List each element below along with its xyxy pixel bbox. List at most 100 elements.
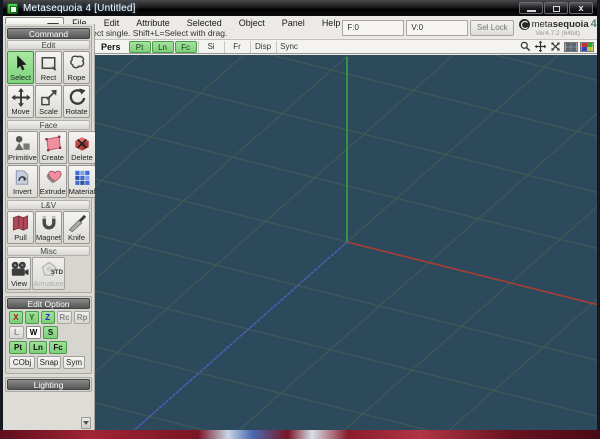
chevron-down-icon bbox=[83, 421, 89, 425]
tool-extrude-button[interactable]: Extrude bbox=[38, 165, 67, 198]
maximize-button[interactable] bbox=[544, 2, 568, 14]
section-lv-header: L&V bbox=[7, 200, 90, 210]
tool-select-button[interactable]: Select bbox=[7, 51, 34, 84]
local-toggle[interactable]: L bbox=[9, 326, 24, 339]
pull-map-icon bbox=[13, 215, 29, 231]
command-panel: Command Edit Select Rect Rope Move Scale… bbox=[5, 26, 97, 293]
tool-magnet-button[interactable]: Magnet bbox=[34, 211, 63, 244]
minimize-button[interactable] bbox=[519, 2, 543, 14]
tool-rope-button[interactable]: Rope bbox=[63, 51, 90, 84]
brand-sequoia: sequoia bbox=[552, 18, 589, 30]
titlebar[interactable]: Metasequoia 4 [Untitled] x bbox=[3, 0, 597, 16]
viewport-toggle-pt[interactable]: Pt bbox=[128, 40, 151, 53]
extrude-icon bbox=[46, 170, 62, 184]
brand-block: metasequoia 4 Ver4.7.2 (64bit) bbox=[518, 16, 597, 39]
menu-panel[interactable]: Panel bbox=[280, 18, 307, 28]
tool-armature-button[interactable]: STD Armature bbox=[32, 257, 65, 290]
sym-toggle[interactable]: Sym bbox=[63, 356, 85, 369]
snap-toggle[interactable]: Snap bbox=[37, 356, 61, 369]
face-toggle[interactable]: Fc bbox=[49, 341, 67, 354]
tool-delete-button[interactable]: Delete bbox=[67, 131, 97, 164]
viewport-canvas bbox=[95, 55, 597, 432]
viewport-button-si[interactable]: Si bbox=[197, 40, 224, 53]
menu-object[interactable]: Object bbox=[237, 18, 267, 28]
rc-toggle[interactable]: Rc bbox=[56, 311, 73, 324]
material-grid-icon bbox=[75, 170, 90, 185]
status-hint: L=Select single. Shift+L=Select with dra… bbox=[70, 28, 228, 39]
tool-create-button[interactable]: Create bbox=[38, 131, 67, 164]
tool-knife-button[interactable]: Knife bbox=[63, 211, 90, 244]
menu-help[interactable]: Help bbox=[320, 18, 343, 28]
knife-icon bbox=[68, 214, 86, 233]
menu-edit[interactable]: Edit bbox=[102, 18, 122, 28]
window-title: Metasequoia 4 [Untitled] bbox=[23, 2, 136, 14]
pan-icon[interactable] bbox=[534, 40, 547, 53]
close-icon: x bbox=[578, 3, 584, 13]
close-button[interactable]: x bbox=[569, 2, 593, 14]
move-arrows-icon bbox=[10, 87, 31, 108]
view-mode-label[interactable]: Pers bbox=[95, 42, 129, 52]
rotate-icon bbox=[69, 88, 86, 105]
brand-version: Ver4.7.2 (64bit) bbox=[535, 30, 580, 37]
tool-primitive-button[interactable]: Primitive bbox=[7, 131, 38, 164]
scale-icon bbox=[40, 89, 57, 106]
viewport-button-disp[interactable]: Disp bbox=[249, 40, 276, 53]
menu-selected[interactable]: Selected bbox=[185, 18, 224, 28]
tool-scale-button[interactable]: Scale bbox=[35, 85, 62, 118]
metasequoia-logo-icon bbox=[518, 18, 530, 30]
face-count-field: F:0 bbox=[342, 19, 405, 36]
viewport-toggle-fc[interactable]: Fc bbox=[174, 40, 197, 53]
brand-meta: meta bbox=[531, 18, 553, 30]
world-toggle[interactable]: W bbox=[26, 326, 41, 339]
tool-pull-button[interactable]: Pull bbox=[7, 211, 34, 244]
select-cursor-icon bbox=[16, 55, 27, 71]
rp-toggle[interactable]: Rp bbox=[74, 311, 91, 324]
brand-number: 4 bbox=[590, 18, 597, 30]
rect-select-icon bbox=[41, 57, 57, 71]
minimize-icon bbox=[527, 10, 536, 12]
tool-view-button[interactable]: View bbox=[7, 257, 32, 290]
edit-option-header[interactable]: Edit Option bbox=[7, 298, 90, 309]
create-face-icon bbox=[45, 135, 61, 152]
single-view-layout-icon[interactable] bbox=[564, 41, 578, 52]
tool-rotate-button[interactable]: Rotate bbox=[63, 85, 90, 118]
delete-face-icon bbox=[75, 137, 89, 151]
invert-face-icon bbox=[16, 170, 29, 185]
lighting-panel-header[interactable]: Lighting bbox=[7, 379, 90, 390]
magnet-icon bbox=[42, 215, 55, 230]
armature-std-badge: STD bbox=[50, 270, 63, 276]
point-toggle[interactable]: Pt bbox=[9, 341, 27, 354]
quad-view-layout-icon[interactable] bbox=[580, 41, 594, 52]
rope-lasso-icon bbox=[69, 55, 84, 69]
zoom-icon[interactable] bbox=[519, 40, 532, 53]
axis-y-toggle[interactable]: Y bbox=[24, 311, 39, 324]
app-icon bbox=[7, 2, 18, 14]
sel-lock-button[interactable]: Sel Lock bbox=[470, 19, 515, 36]
3d-viewport[interactable] bbox=[95, 55, 597, 432]
panel-scroll-down-button[interactable] bbox=[81, 417, 91, 429]
axis-z-toggle[interactable]: Z bbox=[40, 311, 55, 324]
tool-material-button[interactable]: Material bbox=[67, 165, 97, 198]
axis-x-toggle[interactable]: X bbox=[9, 311, 23, 324]
left-panel: Command Edit Select Rect Rope Move Scale… bbox=[3, 24, 97, 432]
section-face-header: Face bbox=[7, 120, 90, 130]
menubar: File Edit Attribute Selected Object Pane… bbox=[70, 17, 342, 28]
section-misc-header: Misc bbox=[7, 246, 90, 256]
tool-move-button[interactable]: Move bbox=[7, 85, 34, 118]
lighting-panel: Lighting bbox=[5, 377, 92, 392]
tool-rect-button[interactable]: Rect bbox=[35, 51, 62, 84]
viewport-toggle-ln[interactable]: Ln bbox=[151, 40, 174, 53]
app-window: Metasequoia 4 [Untitled] x Beginner File… bbox=[0, 0, 600, 433]
primitive-shapes-icon bbox=[15, 135, 31, 151]
tool-invert-button[interactable]: Invert bbox=[7, 165, 38, 198]
rotate-view-icon[interactable] bbox=[549, 40, 562, 53]
viewport-button-fr[interactable]: Fr bbox=[223, 40, 250, 53]
section-edit-header: Edit bbox=[7, 40, 90, 50]
line-toggle[interactable]: Ln bbox=[29, 341, 47, 354]
screen-toggle[interactable]: S bbox=[43, 326, 58, 339]
command-panel-header[interactable]: Command bbox=[7, 28, 90, 39]
viewport-header: Pers Pt Ln Fc Si Fr Disp Sync bbox=[95, 40, 597, 54]
menu-attribute[interactable]: Attribute bbox=[134, 18, 172, 28]
cobj-toggle[interactable]: CObj bbox=[9, 356, 35, 369]
viewport-button-sync[interactable]: Sync bbox=[275, 40, 302, 53]
